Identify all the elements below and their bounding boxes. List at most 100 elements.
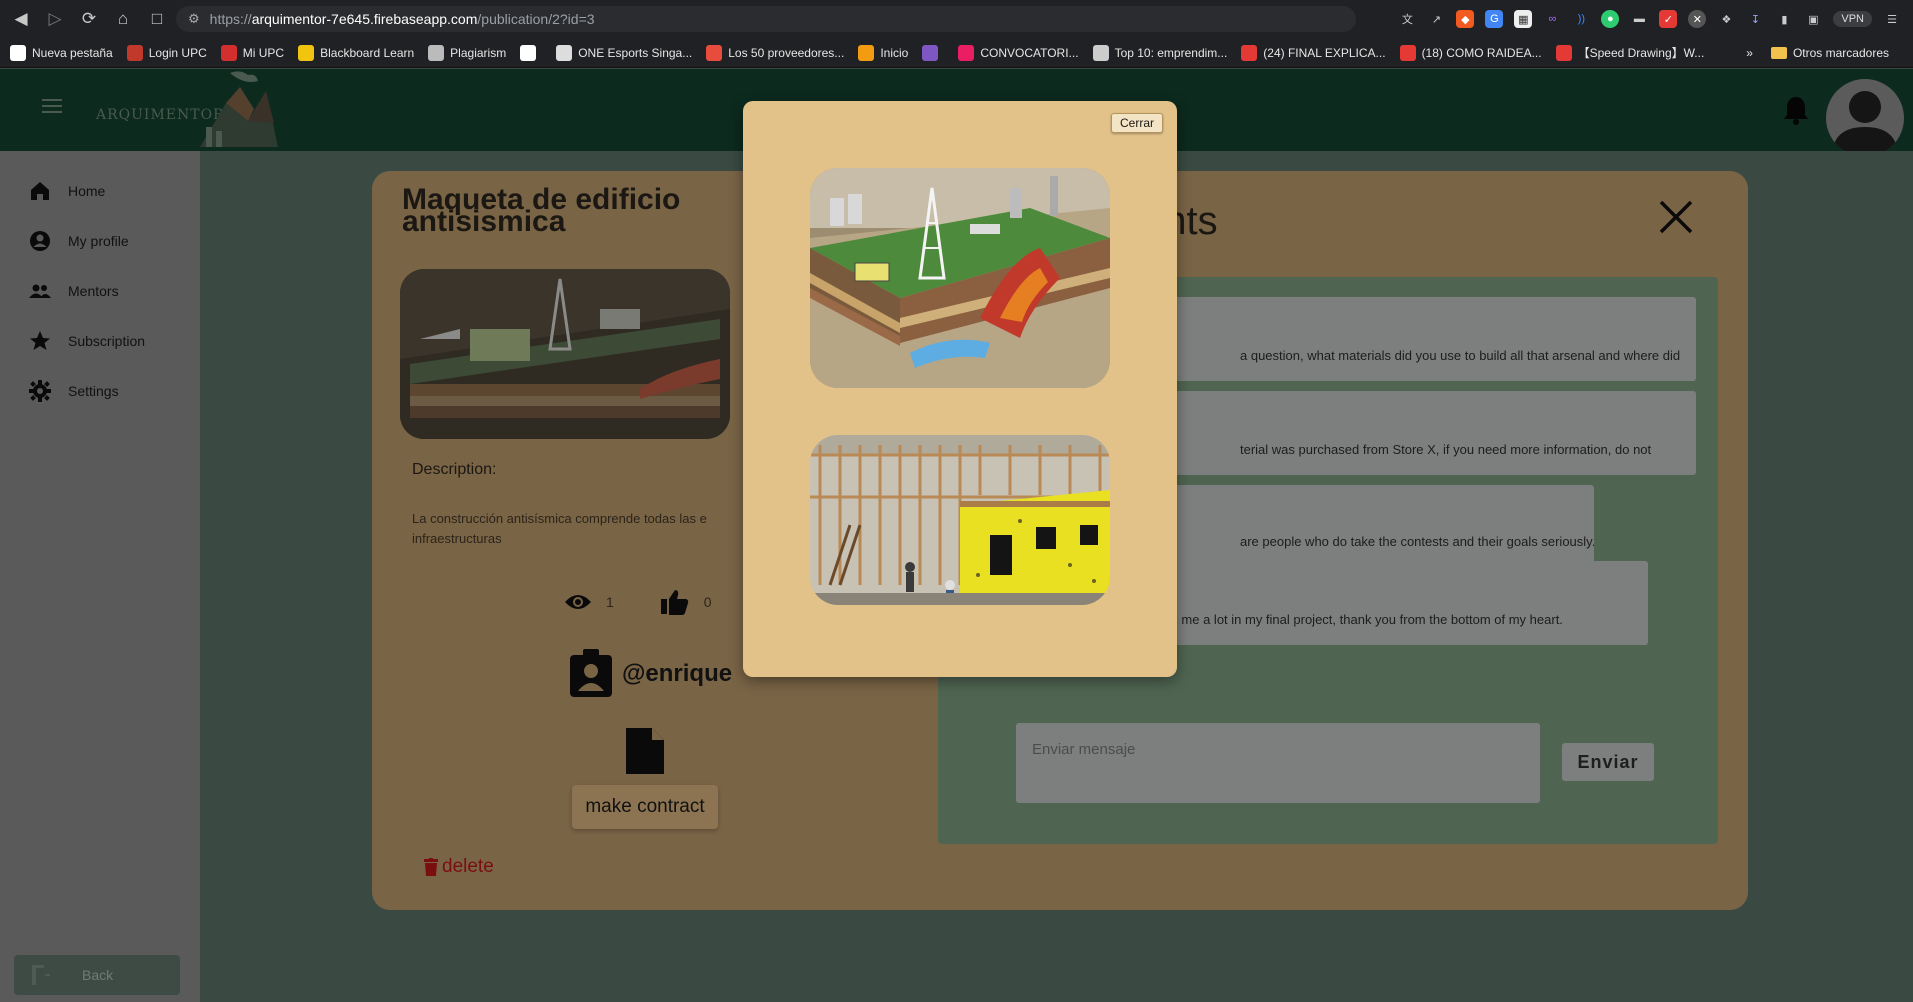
download-icon[interactable]: ↧	[1746, 10, 1764, 28]
author-info[interactable]: @enrique	[568, 649, 732, 699]
menu-icon[interactable]: ☰	[1883, 10, 1901, 28]
bookmark-favicon-icon	[520, 44, 537, 61]
sidebar-item-label: Subscription	[68, 333, 146, 349]
forward-arrow-icon[interactable]: ▷	[42, 6, 68, 32]
close-modal-button[interactable]: Cerrar	[1110, 113, 1163, 133]
close-icon[interactable]	[1658, 199, 1694, 235]
sidebar-item-mentors[interactable]: Mentors	[28, 277, 119, 305]
thumbs-up-icon	[660, 590, 689, 615]
bookmark-favicon-icon	[556, 44, 573, 61]
message-input-placeholder: Enviar mensaje	[1032, 741, 1136, 758]
gallery-image-oil-rig-model[interactable]	[810, 168, 1110, 388]
bookmark-item[interactable]: (24) FINAL EXPLICA...	[1241, 44, 1386, 61]
notification-bell-icon[interactable]	[1782, 95, 1810, 125]
back-button[interactable]: Back	[14, 955, 180, 995]
bookmark-label: Los 50 proveedores...	[728, 45, 845, 60]
person-silhouette-icon	[1832, 91, 1898, 157]
more-bookmarks-button[interactable]: »	[1746, 46, 1753, 60]
send-button[interactable]: Enviar	[1562, 743, 1654, 781]
delete-button[interactable]: delete	[424, 856, 494, 878]
description-text: La construcción antisísmica comprende to…	[412, 509, 722, 549]
url-path: /publication/2?id=3	[477, 11, 595, 27]
green-extension-icon[interactable]: ●	[1601, 10, 1620, 28]
bookmark-item[interactable]: 【Speed Drawing】W...	[1555, 44, 1704, 61]
bookmark-item[interactable]: Plagiarism	[428, 44, 507, 61]
bookmark-label: Plagiarism	[450, 45, 507, 60]
bookmark-item[interactable]: Los 50 proveedores...	[706, 44, 845, 61]
gallery-image-house-construction[interactable]	[810, 435, 1110, 605]
bookmark-item[interactable]	[520, 44, 542, 61]
bookmarks-right: » Otros marcadores	[1746, 38, 1903, 68]
bookmark-label: Login UPC	[148, 45, 207, 60]
bookmark-item[interactable]: Blackboard Learn	[298, 44, 415, 61]
other-bookmarks-label: Otros marcadores	[1792, 46, 1889, 60]
sidebar-item-subscription[interactable]: Subscription	[28, 327, 145, 355]
bookmark-favicon-icon	[1241, 44, 1258, 61]
sidebar-item-label: My profile	[68, 233, 129, 249]
bookmark-item[interactable]: (18) COMO RAIDEA...	[1399, 44, 1542, 61]
site-info-icon[interactable]: ⚙	[188, 11, 200, 27]
browser-toolbar: ◀ ▷ ⟳ ⌂ □ ⚙ https:// arquimentor-7e645.f…	[0, 0, 1913, 38]
bookmark-item[interactable]: CONVOCATORI...	[958, 44, 1079, 61]
likes-count: 0	[703, 594, 712, 610]
google-translate-extension-icon[interactable]: G	[1485, 10, 1504, 28]
bookmark-item[interactable]	[922, 44, 944, 61]
home-icon	[31, 182, 49, 200]
bookmarks-bar: Nueva pestaña Login UPC Mi UPC Blackboard L…	[0, 38, 1913, 68]
reload-icon[interactable]: ⟳	[76, 6, 102, 32]
vpn-button[interactable]: VPN	[1833, 11, 1872, 27]
bookmark-item[interactable]: Inicio	[858, 44, 908, 61]
bookmark-favicon-icon	[1092, 44, 1109, 61]
home-icon[interactable]: ⌂	[110, 6, 136, 32]
audio-extension-icon[interactable]: ))	[1572, 10, 1590, 28]
bookmark-item[interactable]: Mi UPC	[220, 44, 285, 61]
wallet-icon[interactable]: ▣	[1804, 10, 1822, 28]
sidebar-toggle-icon[interactable]: ▮	[1775, 10, 1793, 28]
publication-stats: 1 0	[564, 589, 758, 615]
share-icon[interactable]: ↗	[1427, 10, 1445, 28]
close-circle-extension-icon[interactable]: ✕	[1688, 10, 1707, 28]
likes-stat[interactable]: 0	[660, 589, 712, 615]
oil-rig-model-photo	[810, 168, 1110, 388]
bookmark-favicon-icon	[126, 44, 143, 61]
bookmark-label: ONE Esports Singa...	[578, 45, 693, 60]
document-icon	[626, 728, 664, 774]
contact-badge-icon	[570, 649, 612, 697]
clipboard-extension-icon[interactable]: ▦	[1514, 10, 1533, 28]
bookmark-label: Mi UPC	[242, 45, 285, 60]
bookmark-label: (24) FINAL EXPLICA...	[1263, 45, 1386, 60]
back-arrow-icon[interactable]: ◀	[8, 6, 34, 32]
bookmark-item[interactable]: Login UPC	[126, 44, 207, 61]
publication-image[interactable]	[400, 269, 730, 439]
bookmark-item[interactable]: Top 10: emprendim...	[1092, 44, 1227, 61]
bookmark-favicon-icon	[428, 44, 445, 61]
brave-shield-icon[interactable]: ◆	[1456, 10, 1475, 28]
message-input[interactable]: Enviar mensaje	[1016, 723, 1540, 803]
translate-icon[interactable]: 文	[1398, 10, 1416, 28]
publication-title: Maqueta de edificio antisismica	[402, 185, 692, 237]
hamburger-menu-icon[interactable]	[42, 99, 62, 113]
sidebar-item-home[interactable]: Home	[28, 177, 105, 205]
gear-icon	[29, 380, 51, 402]
tor-extension-icon[interactable]: ∞	[1543, 10, 1561, 28]
sidebar-item-label: Mentors	[68, 283, 119, 299]
make-contract-button[interactable]: make contract	[572, 785, 718, 829]
seismic-model-photo	[400, 269, 730, 439]
image-gallery-modal: Cerrar	[743, 101, 1177, 677]
red-extension-icon[interactable]: ✓	[1659, 10, 1678, 28]
dark-extension-icon[interactable]: ▬	[1630, 10, 1648, 28]
address-bar[interactable]: ⚙ https:// arquimentor-7e645.firebaseapp…	[176, 6, 1356, 32]
description-label: Description:	[412, 461, 497, 478]
bookmark-icon[interactable]: □	[144, 6, 170, 32]
puzzle-icon[interactable]: ❖	[1717, 10, 1735, 28]
description-line1: La construcción antisísmica comprende to…	[412, 511, 707, 526]
user-avatar[interactable]	[1826, 79, 1904, 157]
other-bookmarks-folder[interactable]: Otros marcadores	[1770, 46, 1889, 60]
bookmark-label: Blackboard Learn	[320, 45, 415, 60]
bookmark-item[interactable]: Nueva pestaña	[10, 44, 113, 61]
bookmark-favicon-icon	[858, 44, 875, 61]
sidebar-item-my-profile[interactable]: My profile	[28, 227, 129, 255]
bookmark-item[interactable]: ONE Esports Singa...	[556, 44, 693, 61]
sidebar-item-settings[interactable]: Settings	[28, 377, 119, 405]
bookmark-favicon-icon	[220, 44, 237, 61]
